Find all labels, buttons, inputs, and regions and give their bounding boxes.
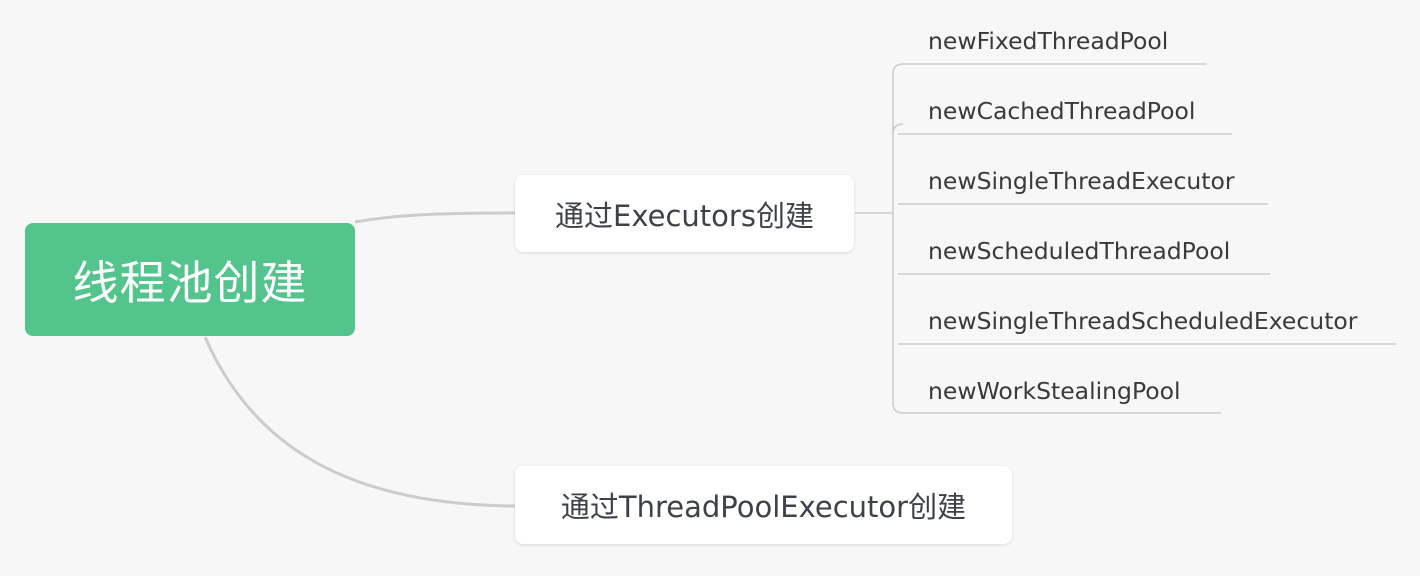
leaf-topic-newworkstealingpool[interactable]: newWorkStealingPool xyxy=(928,376,1181,406)
connector-root-to-executors xyxy=(354,211,516,224)
branch-topic-executors[interactable]: 通过Executors创建 xyxy=(515,175,854,252)
leaf-bracket xyxy=(892,63,904,414)
leaf-topic-newsinglethreadexecutor[interactable]: newSingleThreadExecutor xyxy=(928,166,1235,196)
root-topic-label: 线程池创建 xyxy=(72,255,308,310)
root-topic[interactable]: 线程池创建 xyxy=(25,223,355,336)
branch-topic-label: 通过ThreadPoolExecutor创建 xyxy=(560,490,967,524)
branch-topic-threadpoolexecutor[interactable]: 通过ThreadPoolExecutor创建 xyxy=(515,466,1012,544)
branch-topic-label: 通过Executors创建 xyxy=(555,198,814,233)
leaf-underline xyxy=(892,123,904,135)
leaf-topic-newfixedthreadpool[interactable]: newFixedThreadPool xyxy=(928,26,1168,56)
leaf-topic-newcachedthreadpool[interactable]: newCachedThreadPool xyxy=(928,96,1195,126)
leaf-topic-newscheduledthreadpool[interactable]: newScheduledThreadPool xyxy=(928,236,1230,266)
connector-root-to-threadpoolexecutor xyxy=(203,336,516,508)
leaf-topic-newsinglethreadscheduledexecutor[interactable]: newSingleThreadScheduledExecutor xyxy=(928,306,1357,336)
